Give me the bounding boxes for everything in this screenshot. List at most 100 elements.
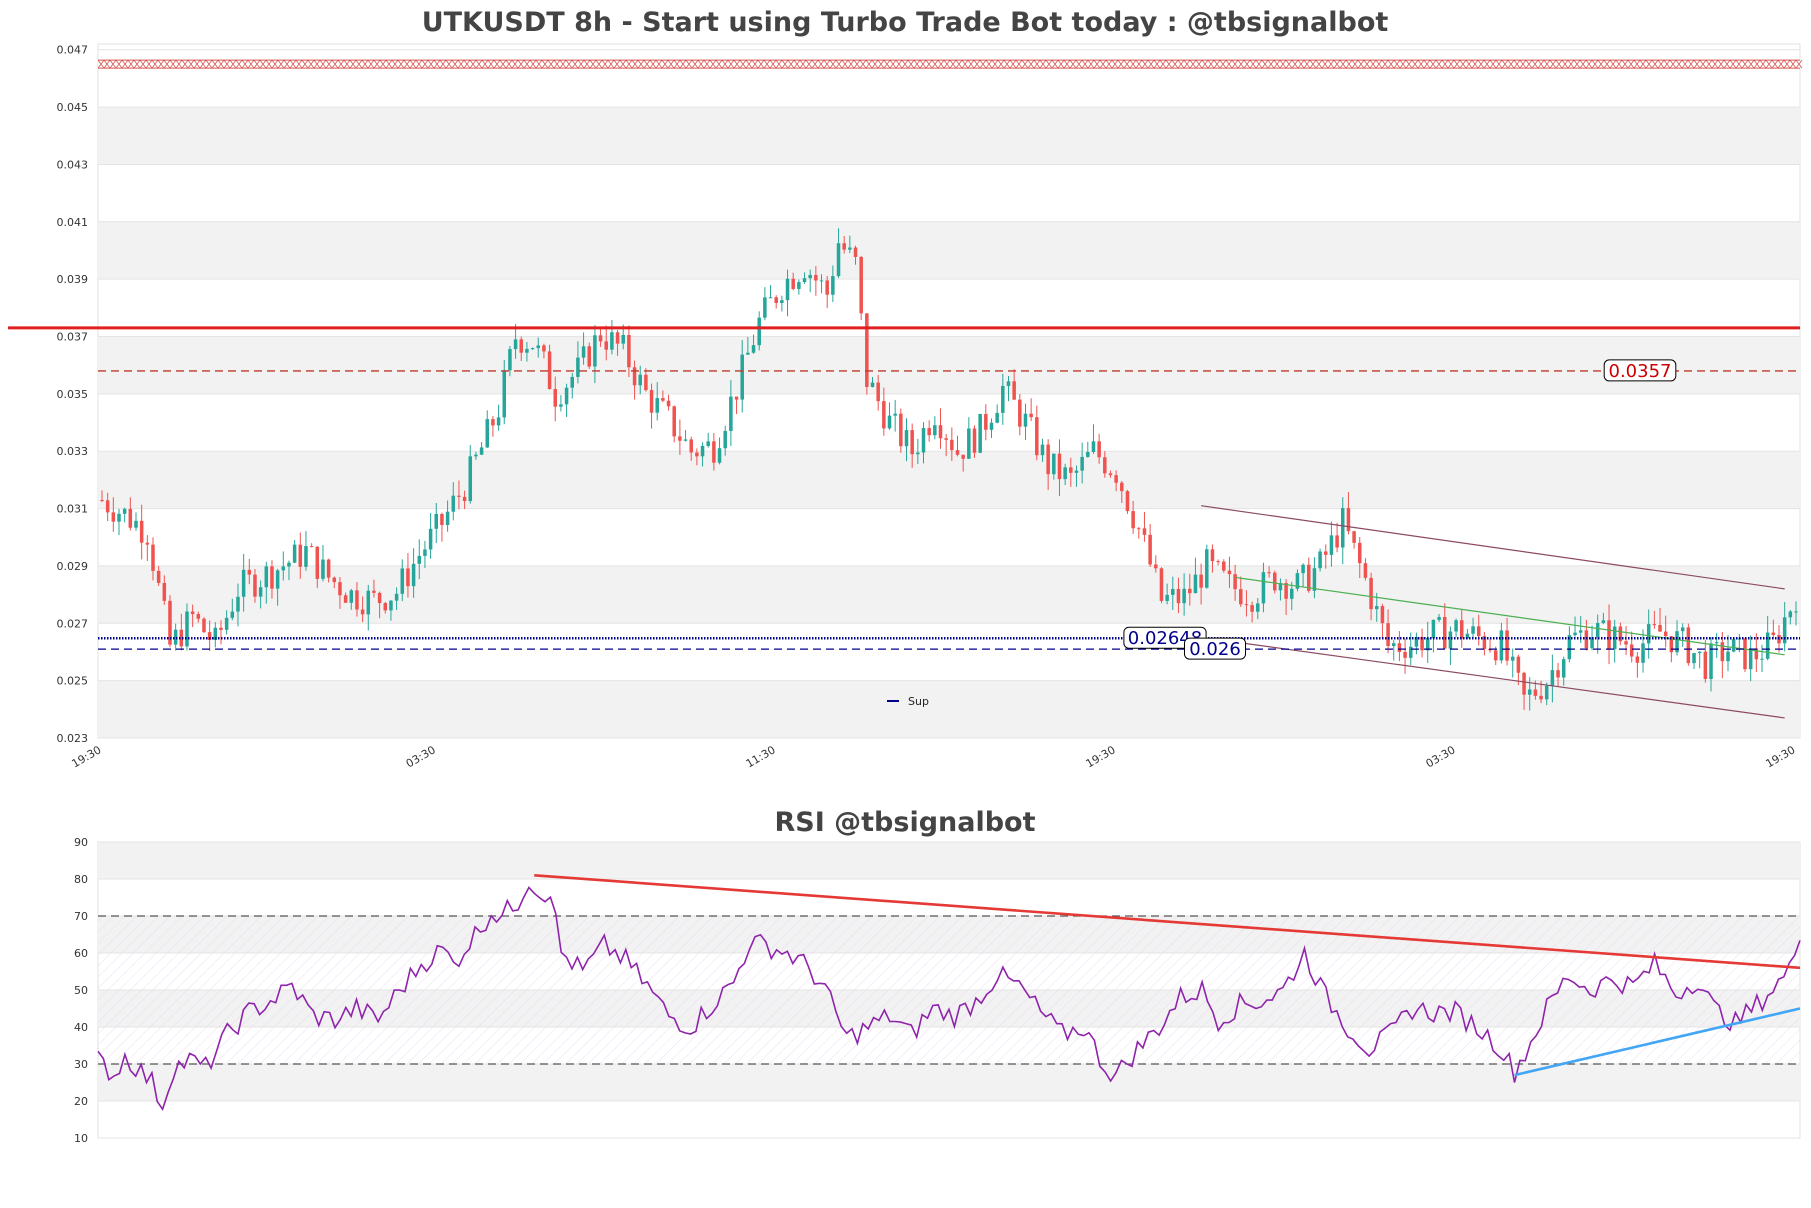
candle-body	[1103, 457, 1107, 474]
candle-body	[1760, 658, 1764, 660]
candle-body	[479, 447, 484, 455]
candle-body	[666, 400, 671, 407]
candle-body	[944, 438, 948, 440]
candle-body	[1148, 534, 1152, 565]
candle-body	[1680, 627, 1685, 632]
candle-body	[508, 349, 512, 371]
candle-body	[587, 346, 591, 367]
candle-body	[1239, 589, 1243, 605]
candle-body	[304, 546, 308, 567]
candle-body	[876, 382, 880, 402]
candle-body	[870, 382, 875, 387]
candle-body	[1714, 642, 1719, 644]
candle-body	[332, 577, 337, 583]
candle-body	[1448, 631, 1453, 649]
candle-body	[559, 404, 563, 407]
candle-body	[417, 555, 422, 564]
candle-body	[995, 412, 999, 423]
candle-body	[1131, 511, 1135, 529]
candle-body	[938, 425, 943, 439]
candle-body	[264, 566, 269, 588]
price-y-tick-label: 0.023	[57, 732, 89, 745]
candle-body	[547, 351, 552, 390]
candle-body	[621, 334, 625, 344]
candle-body	[190, 611, 195, 615]
candle-body	[1284, 583, 1288, 599]
candle-body	[581, 346, 586, 358]
candle-body	[406, 568, 410, 587]
candle-body	[372, 590, 376, 593]
candle-body	[462, 496, 467, 502]
candle-body	[564, 387, 569, 405]
candle-body	[734, 396, 739, 400]
candle-body	[689, 439, 693, 453]
candle-body	[400, 568, 405, 594]
candle-body	[1403, 651, 1407, 658]
candle-body	[1142, 528, 1147, 535]
rsi-y-tick-label: 60	[74, 947, 88, 960]
candle-body	[258, 587, 263, 597]
price-y-tick-label: 0.047	[57, 44, 89, 57]
candle-body	[1607, 620, 1611, 650]
candle-body	[1063, 467, 1067, 480]
candle-body	[1748, 648, 1753, 670]
rsi-chart: RSI @tbsignalbot 10 20 30 40 50 60 70 80 90	[74, 807, 1801, 1145]
candle-body	[196, 614, 201, 619]
candle-body	[1703, 651, 1708, 680]
candle-body	[984, 413, 988, 430]
candle-body	[695, 452, 699, 457]
candle-body	[1391, 643, 1396, 647]
candle-body	[219, 627, 223, 630]
candle-body	[1533, 689, 1538, 696]
candle-body	[808, 274, 812, 279]
candle-body	[740, 354, 744, 400]
candle-body	[1771, 632, 1776, 636]
candle-body	[1023, 413, 1028, 427]
candle-body	[627, 334, 631, 368]
candle-body	[910, 430, 914, 455]
candle-body	[1318, 551, 1322, 569]
candle-body	[746, 352, 750, 355]
candle-body	[1233, 574, 1237, 590]
candle-body	[1227, 570, 1232, 575]
price-x-tick-label: 11:30	[744, 743, 778, 770]
candle-body	[638, 374, 642, 386]
candle-body	[139, 520, 144, 543]
candle-body	[1765, 632, 1770, 659]
candle-body	[474, 454, 478, 457]
candle-body	[1052, 453, 1056, 475]
price-grid-band	[98, 451, 1800, 509]
price-x-tick-label: 03:30	[404, 743, 438, 770]
price-y-tick-label: 0.037	[57, 331, 89, 344]
candle-body	[757, 317, 761, 346]
candle-body	[111, 512, 116, 522]
candle-body	[1476, 626, 1481, 637]
candle-body	[287, 562, 291, 567]
candle-body	[1544, 685, 1549, 700]
candle-body	[1057, 453, 1062, 480]
candle-body	[315, 546, 320, 579]
candle-body	[513, 339, 518, 350]
candle-body	[1216, 561, 1220, 563]
candle-body	[1108, 473, 1113, 476]
candle-body	[774, 297, 778, 303]
candle-body	[326, 559, 331, 578]
candle-body	[445, 511, 450, 525]
candle-body	[1340, 508, 1345, 548]
candle-body	[236, 596, 240, 612]
candle-body	[1652, 624, 1657, 626]
candle-body	[955, 450, 960, 455]
candle-body	[848, 247, 852, 250]
price-x-axis: 19:30 03:30 11:30 19:30 03:30 19:30	[70, 743, 1798, 770]
rsi-chart-title: RSI @tbsignalbot	[774, 807, 1035, 838]
candle-body	[723, 430, 727, 449]
candle-body	[1692, 653, 1696, 664]
candle-body	[1397, 643, 1402, 652]
candle-body	[1493, 650, 1498, 661]
candle-body	[678, 436, 682, 441]
candle-body	[1442, 616, 1447, 649]
candle-body	[1363, 563, 1368, 578]
candle-body	[1080, 456, 1084, 471]
candle-body	[321, 559, 325, 579]
candle-body	[791, 278, 795, 289]
